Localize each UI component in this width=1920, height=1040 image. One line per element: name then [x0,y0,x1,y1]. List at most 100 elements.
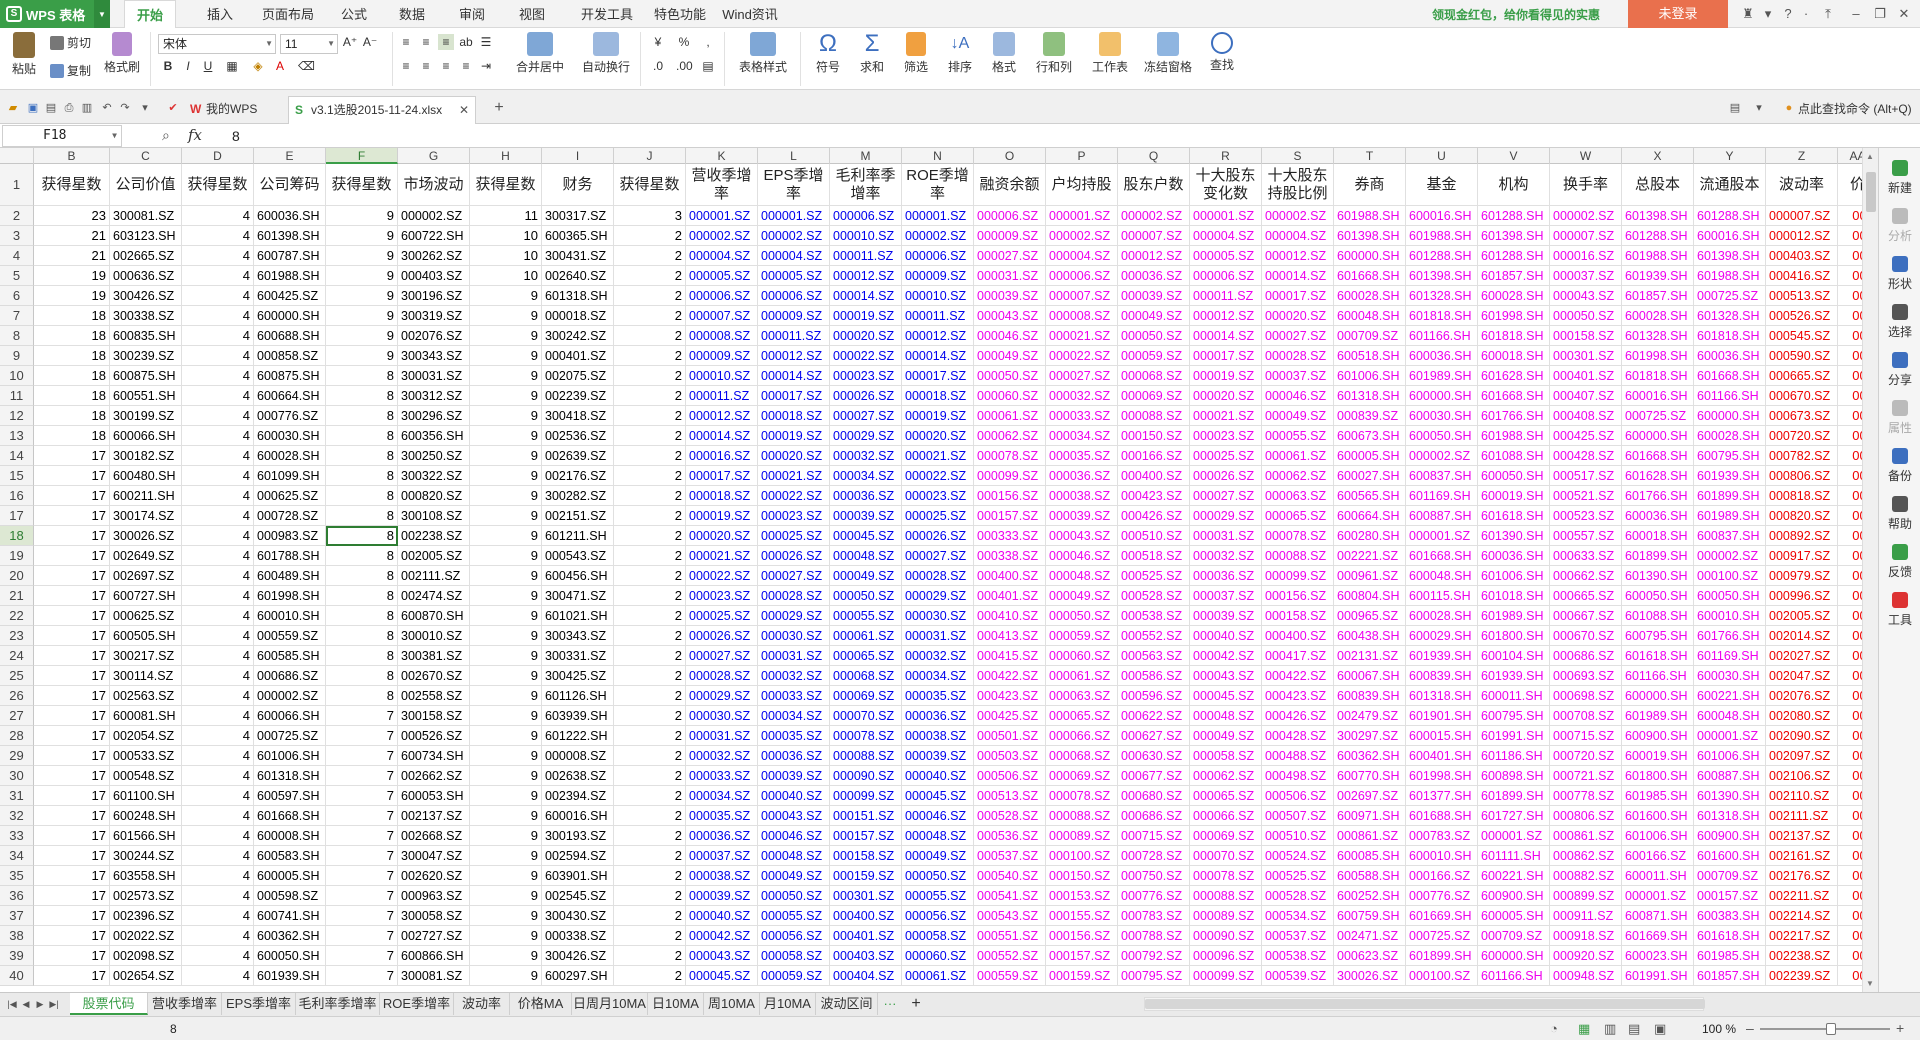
cell[interactable]: 4 [182,286,254,306]
cell[interactable]: 21 [34,226,110,246]
cell[interactable]: 4 [182,686,254,706]
cell[interactable]: 300182.SZ [110,446,182,466]
cell[interactable]: 000049.SZ [1046,586,1118,606]
panel-item-9[interactable]: 工具 [1879,592,1920,628]
cell[interactable]: 300343.SZ [398,346,470,366]
cell[interactable]: 000049.SZ [758,866,830,886]
panel-item-8[interactable]: 反馈 [1879,544,1920,580]
cell[interactable]: 603901.SH [542,866,614,886]
cell[interactable]: 000034.SZ [686,786,758,806]
cell[interactable]: 000673.SZ [1766,406,1838,426]
cell[interactable]: 000026.SZ [758,546,830,566]
cell[interactable]: 2 [614,646,686,666]
row-header[interactable]: 36 [0,886,34,906]
cell[interactable]: 000058.SZ [902,926,974,946]
cell[interactable]: 601991.SH [1622,966,1694,986]
cell[interactable]: 2 [614,926,686,946]
cell[interactable]: 000157.SZ [830,826,902,846]
cell[interactable]: 300296.SZ [398,406,470,426]
cell[interactable]: 4 [182,646,254,666]
reading-view-icon[interactable]: ▣ [1654,1021,1666,1037]
cell[interactable]: 000012.SZ [1190,306,1262,326]
cell[interactable]: 000001.SZ [1622,886,1694,906]
panel-item-4[interactable]: 分享 [1879,352,1920,388]
cell[interactable]: 2 [614,606,686,626]
cell[interactable]: 000510.SZ [1118,526,1190,546]
cell[interactable]: 000012.SZ [830,266,902,286]
cell[interactable]: 000029.SZ [830,426,902,446]
cell[interactable]: 600029.SH [1406,626,1478,646]
format-painter-button[interactable]: 格式刷 [100,32,144,75]
cell[interactable]: 000039.SZ [1118,286,1190,306]
cell[interactable]: 600019.SH [1478,486,1550,506]
cell[interactable]: 601939.SH [1406,646,1478,666]
page-break-view-icon[interactable]: ▥ [1604,1021,1616,1037]
cell[interactable]: 601788.SH [254,546,326,566]
column-header-D[interactable]: D [182,148,254,164]
close-icon[interactable]: ✕ [1894,4,1914,24]
cell[interactable]: 000725.SZ [1406,926,1478,946]
cell[interactable]: 601989.SH [1622,706,1694,726]
cell[interactable]: 601899.SH [1406,946,1478,966]
zoom-out-icon[interactable]: – [1746,1020,1754,1036]
cell[interactable]: 601169.SH [1694,646,1766,666]
header-cell[interactable]: 机构 [1478,164,1550,206]
cell[interactable]: 000049.SZ [1118,306,1190,326]
cell[interactable]: 17 [34,626,110,646]
cell[interactable]: 300217.SZ [110,646,182,666]
cell[interactable]: 9 [326,246,398,266]
cell[interactable]: 000720.SZ [1550,746,1622,766]
cell[interactable]: 10 [470,266,542,286]
cell[interactable]: 000049.SZ [1190,726,1262,746]
cell[interactable]: 000151.SZ [830,806,902,826]
column-header-S[interactable]: S [1262,148,1334,164]
cell[interactable]: 601021.SH [542,606,614,626]
cell[interactable]: 000625.SZ [254,486,326,506]
cell[interactable]: 000088.SZ [1118,406,1190,426]
cell[interactable]: 17 [34,566,110,586]
cell[interactable]: 000061.SZ [1262,446,1334,466]
cell[interactable]: 17 [34,886,110,906]
cell[interactable]: 4 [182,566,254,586]
cell[interactable]: 601989.SH [1478,606,1550,626]
cell[interactable]: 002536.SZ [542,426,614,446]
cell[interactable]: 000721.SZ [1550,766,1622,786]
cell[interactable]: 002727.SZ [398,926,470,946]
cell[interactable]: 000020.SZ [830,326,902,346]
cell[interactable]: 9 [470,386,542,406]
cell[interactable]: 000158.SZ [830,846,902,866]
cell[interactable]: 000665.SZ [1550,586,1622,606]
cell[interactable]: 600583.SH [254,846,326,866]
cell[interactable]: 600887.SH [1694,766,1766,786]
cell[interactable]: 000059.SZ [1118,346,1190,366]
sheet-tab-1[interactable]: 营收季增率 [148,993,222,1015]
cell[interactable]: 000552.SZ [1118,626,1190,646]
column-header-F[interactable]: F [326,148,398,164]
cell[interactable]: 002217.SZ [1766,926,1838,946]
cell[interactable]: 000 [1838,486,1862,506]
cell[interactable]: 000882.SZ [1550,866,1622,886]
cell[interactable]: 000002.SZ [398,206,470,226]
cell[interactable]: 000005.SZ [758,266,830,286]
cell[interactable]: 601099.SH [254,466,326,486]
cell[interactable]: 601800.SH [1622,766,1694,786]
cell[interactable]: 601288.SH [1406,246,1478,266]
row-header[interactable]: 25 [0,666,34,686]
cell[interactable]: 600356.SH [398,426,470,446]
cell[interactable]: 601398.SH [1334,226,1406,246]
cell[interactable]: 000521.SZ [1550,486,1622,506]
cell[interactable]: 7 [326,746,398,766]
cell[interactable]: 17 [34,746,110,766]
cell[interactable]: 4 [182,726,254,746]
column-header-G[interactable]: G [398,148,470,164]
cell[interactable]: 000 [1838,846,1862,866]
cell[interactable]: 17 [34,446,110,466]
header-cell[interactable]: EPS季增率 [758,164,830,206]
align-top-icon[interactable]: ≡ [398,34,414,50]
cell[interactable]: 9 [470,446,542,466]
cell[interactable]: 2 [614,746,686,766]
cell[interactable]: 000963.SZ [398,886,470,906]
cell[interactable]: 300425.SZ [542,666,614,686]
cell[interactable]: 601566.SH [110,826,182,846]
cell[interactable]: 601668.SH [1406,546,1478,566]
